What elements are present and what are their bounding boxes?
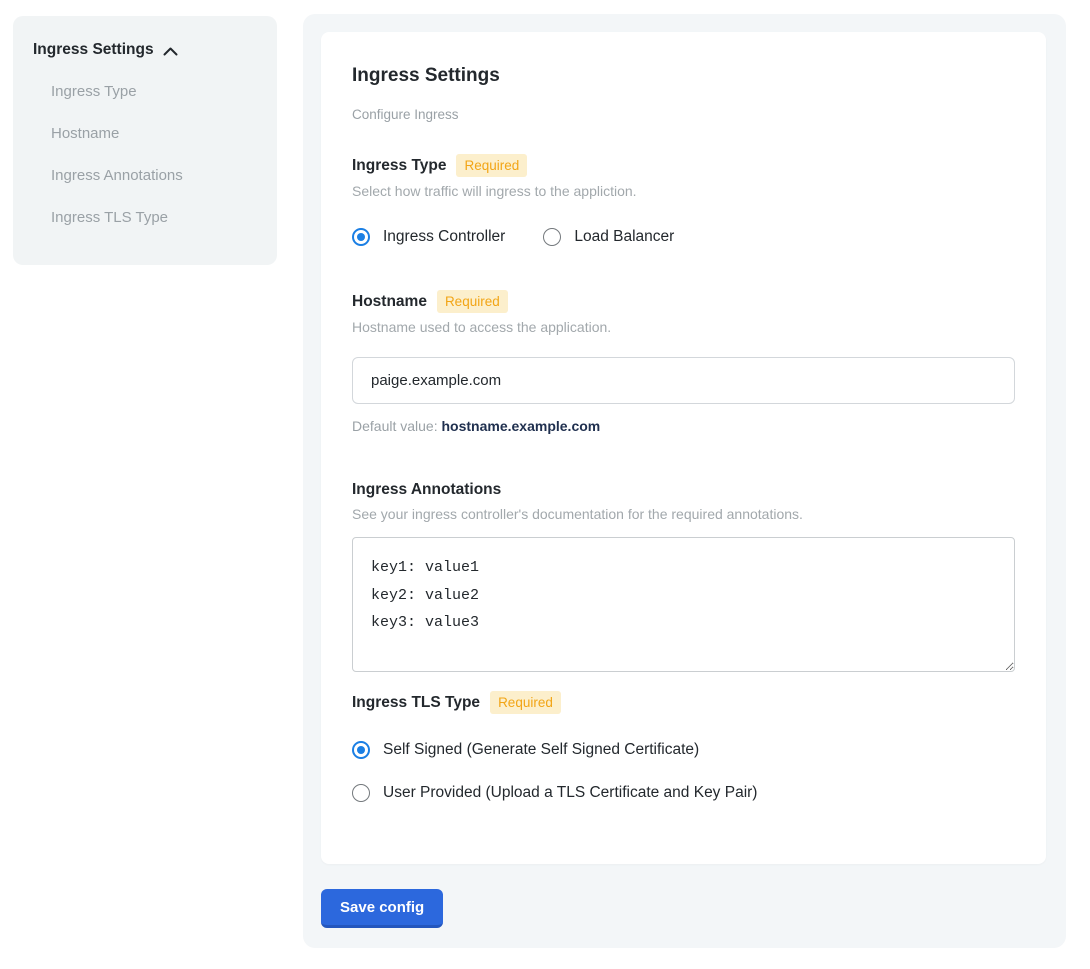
section-hostname: Hostname Required Hostname used to acces…	[352, 290, 1015, 435]
required-badge: Required	[490, 691, 561, 714]
default-value-text: hostname.example.com	[442, 418, 601, 434]
sidebar-item-ingress-annotations[interactable]: Ingress Annotations	[33, 165, 257, 187]
ingress-annotations-textarea[interactable]: key1: value1 key2: value2 key3: value3	[352, 537, 1015, 672]
sidebar-item-ingress-tls-type[interactable]: Ingress TLS Type	[33, 207, 257, 229]
default-value-prefix: Default value:	[352, 418, 442, 434]
radio-selected-icon[interactable]	[352, 228, 370, 246]
radio-unselected-icon[interactable]	[352, 784, 370, 802]
radio-label: Ingress Controller	[383, 227, 505, 246]
ingress-tls-radio-group: Self Signed (Generate Self Signed Certif…	[352, 740, 1015, 802]
page-title: Ingress Settings	[352, 64, 1015, 87]
radio-self-signed[interactable]: Self Signed (Generate Self Signed Certif…	[352, 740, 699, 759]
radio-label: Self Signed (Generate Self Signed Certif…	[383, 740, 699, 759]
chevron-up-icon	[163, 45, 178, 56]
sidebar-item-ingress-type[interactable]: Ingress Type	[33, 81, 257, 103]
sidebar-nav: Ingress Type Hostname Ingress Annotation…	[33, 81, 257, 229]
sidebar-item-hostname[interactable]: Hostname	[33, 123, 257, 145]
ingress-type-label: Ingress Type	[352, 155, 446, 176]
ingress-annotations-description: See your ingress controller's documentat…	[352, 505, 1015, 523]
radio-selected-icon[interactable]	[352, 741, 370, 759]
section-ingress-annotations: Ingress Annotations See your ingress con…	[352, 479, 1015, 672]
ingress-settings-panel: Ingress Settings Configure Ingress Ingre…	[303, 14, 1066, 948]
ingress-type-radio-group: Ingress Controller Load Balancer	[352, 227, 1015, 246]
sidebar-group-title: Ingress Settings	[33, 39, 154, 61]
save-config-button[interactable]: Save config	[321, 889, 443, 928]
settings-sidebar: Ingress Settings Ingress Type Hostname I…	[13, 16, 277, 265]
hostname-description: Hostname used to access the application.	[352, 318, 1015, 336]
radio-label: Load Balancer	[574, 227, 674, 246]
radio-user-provided[interactable]: User Provided (Upload a TLS Certificate …	[352, 783, 757, 802]
ingress-settings-card: Ingress Settings Configure Ingress Ingre…	[321, 32, 1046, 864]
ingress-type-description: Select how traffic will ingress to the a…	[352, 182, 1015, 200]
sidebar-group-ingress-settings[interactable]: Ingress Settings	[33, 39, 257, 61]
hostname-label: Hostname	[352, 291, 427, 312]
ingress-annotations-label: Ingress Annotations	[352, 479, 501, 500]
radio-load-balancer[interactable]: Load Balancer	[543, 227, 674, 246]
section-ingress-tls-type: Ingress TLS Type Required Self Signed (G…	[352, 691, 1015, 802]
radio-label: User Provided (Upload a TLS Certificate …	[383, 783, 757, 802]
page-subtitle: Configure Ingress	[352, 106, 1015, 123]
ingress-tls-type-label: Ingress TLS Type	[352, 692, 480, 713]
radio-unselected-icon[interactable]	[543, 228, 561, 246]
required-badge: Required	[456, 154, 527, 177]
hostname-input[interactable]	[352, 357, 1015, 404]
section-ingress-type: Ingress Type Required Select how traffic…	[352, 154, 1015, 246]
radio-ingress-controller[interactable]: Ingress Controller	[352, 227, 505, 246]
required-badge: Required	[437, 290, 508, 313]
hostname-default-line: Default value: hostname.example.com	[352, 417, 1015, 435]
